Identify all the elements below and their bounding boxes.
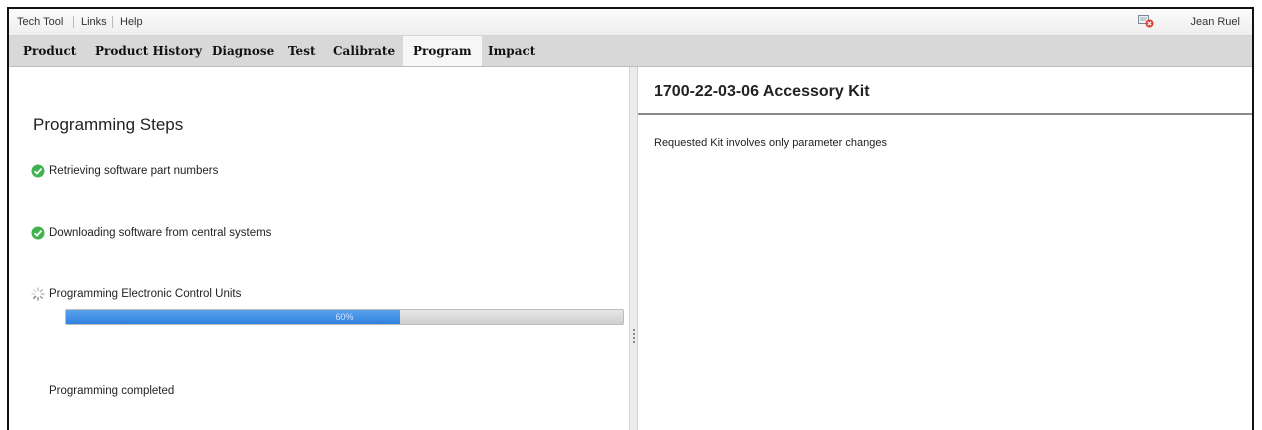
programming-completed-label: Programming completed — [49, 385, 175, 397]
tab-test[interactable]: Test — [278, 36, 326, 66]
programming-steps-pane: Programming Steps Retrieving software pa… — [9, 67, 629, 430]
step-label: Downloading software from central system… — [49, 227, 272, 239]
pane-splitter[interactable] — [629, 67, 638, 430]
kit-title: 1700-22-03-06 Accessory Kit — [654, 83, 870, 100]
user-logout-icon[interactable] — [1138, 14, 1154, 28]
tab-product[interactable]: Product — [13, 36, 86, 66]
step-label: Retrieving software part numbers — [49, 165, 219, 177]
main-tab-bar: Product Product History Diagnose Test Ca… — [9, 36, 1252, 67]
progress-percent: 60% — [335, 312, 354, 322]
divider — [638, 113, 1252, 115]
programming-progress-bar: 60% — [65, 309, 624, 325]
step-label: Programming Electronic Control Units — [49, 288, 242, 300]
steps-title: Programming Steps — [33, 115, 184, 134]
check-circle-icon — [31, 226, 45, 240]
kit-details-pane: 1700-22-03-06 Accessory Kit Requested Ki… — [638, 67, 1252, 430]
menu-tech-tool[interactable]: Tech Tool — [17, 16, 63, 28]
user-name[interactable]: Jean Ruel — [1190, 16, 1240, 28]
tab-product-history[interactable]: Product History — [85, 36, 212, 66]
tech-tool-window: Tech Tool Links Help Jean Ruel Product P… — [7, 7, 1254, 430]
menu-links[interactable]: Links — [81, 16, 107, 28]
tab-program[interactable]: Program — [403, 36, 482, 66]
menu-separator — [73, 16, 74, 28]
menu-separator — [112, 16, 113, 28]
menu-help[interactable]: Help — [120, 16, 143, 28]
check-circle-icon — [31, 164, 45, 178]
splitter-grip[interactable] — [633, 329, 635, 345]
tab-impact[interactable]: Impact — [478, 36, 545, 66]
tab-diagnose[interactable]: Diagnose — [202, 36, 284, 66]
menu-bar: Tech Tool Links Help Jean Ruel — [9, 9, 1252, 36]
spinner-icon — [31, 287, 45, 301]
tab-calibrate[interactable]: Calibrate — [323, 36, 405, 66]
kit-message: Requested Kit involves only parameter ch… — [654, 137, 887, 149]
